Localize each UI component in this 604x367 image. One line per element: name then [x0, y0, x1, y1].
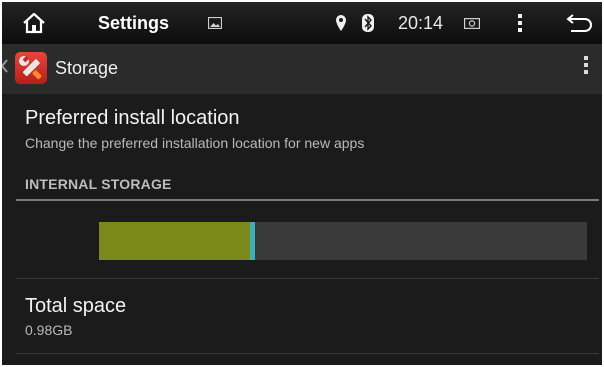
- storage-cache-segment: [250, 222, 255, 260]
- list-divider: [16, 353, 599, 354]
- menu-icon[interactable]: [518, 2, 522, 44]
- storage-used-segment: [99, 222, 250, 260]
- section-divider: [16, 199, 599, 201]
- status-bar-title: Settings: [98, 12, 170, 33]
- preferred-install-subtitle: Change the preferred installation locati…: [25, 135, 365, 151]
- total-space-title: Total space: [25, 295, 127, 317]
- home-icon[interactable]: [22, 2, 46, 44]
- overflow-menu-icon[interactable]: [584, 56, 588, 77]
- storage-settings-icon[interactable]: [15, 52, 47, 84]
- internal-storage-header: INTERNAL STORAGE: [25, 176, 172, 192]
- screenshot-icon[interactable]: [464, 2, 480, 44]
- action-bar-title: Storage: [55, 58, 119, 78]
- bluetooth-icon: [362, 2, 374, 44]
- preferred-install-title: Preferred install location: [25, 107, 240, 129]
- action-bar: Storage: [2, 44, 602, 94]
- up-caret-icon[interactable]: [2, 59, 8, 78]
- location-icon: [335, 2, 347, 44]
- android-screen: Settings 20:14 Storage Preferred install…: [2, 2, 602, 365]
- storage-usage-bar: [99, 222, 587, 260]
- image-icon: [208, 2, 222, 44]
- total-space-value: 0.98GB: [25, 322, 73, 338]
- clock: 20:14: [398, 12, 444, 33]
- status-bar: Settings 20:14: [2, 2, 602, 44]
- back-icon[interactable]: [565, 2, 593, 44]
- list-divider: [16, 278, 599, 279]
